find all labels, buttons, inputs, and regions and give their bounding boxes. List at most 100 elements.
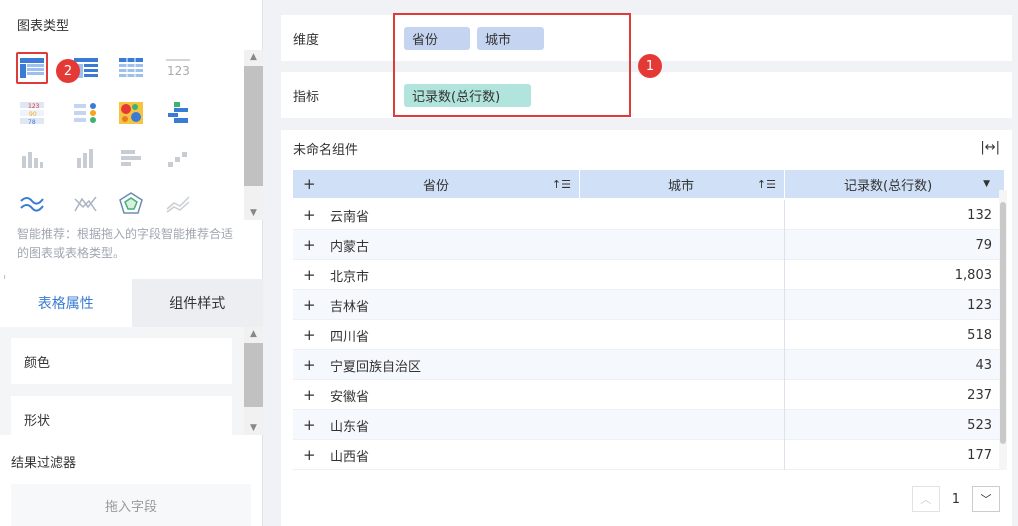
detail-table-icon[interactable] [115, 52, 147, 84]
cell-city [580, 200, 785, 230]
table-row: + 内蒙古 79 [293, 230, 1004, 260]
heatmap-icon[interactable] [115, 97, 147, 129]
expand-row-icon[interactable]: + [303, 297, 316, 313]
cell-count: 132 [967, 207, 992, 223]
measure-label: 指标 [293, 89, 320, 105]
sort-icon[interactable]: ↑☰ [552, 178, 571, 191]
expand-row-icon[interactable]: + [303, 237, 316, 253]
cell-province: + 安徽省 [303, 385, 370, 405]
svg-text:123: 123 [28, 103, 40, 110]
pagination: ︿ 1 ﹀ [911, 486, 1000, 512]
result-filter-title: 结果过滤器 [11, 456, 77, 471]
column-chart-icon[interactable] [16, 142, 48, 174]
table-row: + 山西省 177 [293, 440, 1004, 470]
cell-count: 177 [967, 447, 992, 463]
expand-row-icon[interactable]: + [303, 327, 316, 343]
scroll-thumb[interactable] [244, 343, 263, 407]
filter-drop-zone[interactable]: 拖入字段 [11, 484, 251, 526]
grouped-column-icon[interactable] [70, 142, 102, 174]
property-tabs: 表格属性 组件样式 [0, 279, 263, 327]
color-property[interactable]: 颜色 [11, 338, 232, 384]
table-scrollbar[interactable] [999, 190, 1007, 470]
highlight-box [393, 13, 631, 117]
waterfall-table-icon[interactable] [162, 97, 194, 129]
cell-count: 123 [967, 297, 992, 313]
multi-line-icon[interactable] [162, 187, 194, 219]
table-row: + 云南省 132 [293, 200, 1004, 230]
scroll-down-icon[interactable]: ▼ [244, 421, 263, 435]
cross-table-icon[interactable] [16, 52, 48, 84]
cell-province: + 云南省 [303, 205, 370, 225]
cell-count: 79 [975, 237, 992, 253]
color-table-icon[interactable]: 123 90 78 [16, 97, 48, 129]
cell-city [580, 380, 785, 410]
callout-badge-2: 2 [56, 59, 80, 83]
dropdown-arrow-icon[interactable]: ▼ [983, 179, 990, 189]
property-list: 颜色 形状 ▲ ▼ [0, 327, 263, 442]
bar-chart-icon[interactable] [115, 142, 147, 174]
expand-width-icon[interactable]: |↔| [980, 140, 1000, 155]
scroll-thumb[interactable] [244, 66, 263, 186]
chart-type-scrollbar[interactable]: ▲ ▼ [244, 50, 263, 220]
step-chart-icon[interactable] [162, 142, 194, 174]
radar-chart-icon[interactable] [115, 187, 147, 219]
tab-component-style[interactable]: 组件样式 [131, 279, 263, 327]
cell-city [580, 410, 785, 440]
table-row: + 宁夏回族自治区 43 [293, 350, 1004, 380]
cell-city [580, 230, 785, 260]
property-scrollbar[interactable]: ▲ ▼ [244, 327, 263, 435]
cell-province: + 四川省 [303, 325, 370, 345]
component-title: 未命名组件 [293, 143, 359, 158]
expand-all-icon[interactable]: + [303, 176, 316, 192]
tab-table-properties[interactable]: 表格属性 [0, 279, 132, 327]
table-row: + 四川省 518 [293, 320, 1004, 350]
cell-province: + 北京市 [303, 265, 370, 285]
page-number: 1 [951, 491, 960, 507]
cell-city [580, 320, 785, 350]
cell-city [580, 350, 785, 380]
cell-province: + 山东省 [303, 415, 370, 435]
cell-count: 518 [967, 327, 992, 343]
table-row: + 安徽省 237 [293, 380, 1004, 410]
cell-count: 1,803 [954, 267, 992, 283]
expand-row-icon[interactable]: + [303, 267, 316, 283]
expand-row-icon[interactable]: + [303, 447, 316, 463]
scroll-down-icon[interactable]: ▼ [244, 206, 263, 220]
main-area: 维度 省份 城市 指标 记录数(总行数) 未命名组件 |↔| + 省份 ↑☰ 城… [281, 0, 1018, 526]
cell-city [580, 440, 785, 470]
header-city[interactable]: 城市 ↑☰ [580, 170, 785, 198]
sort-icon[interactable]: ↑☰ [757, 178, 776, 191]
expand-row-icon[interactable]: + [303, 417, 316, 433]
smart-hint-text: 智能推荐：根据拖入的字段智能推荐合适的图表或表格类型。 [17, 227, 234, 260]
cell-province: + 内蒙古 [303, 235, 370, 255]
measure-row: 指标 记录数(总行数) [281, 72, 1012, 118]
kpi-number-icon[interactable]: 123 [162, 52, 194, 84]
header-province[interactable]: + 省份 ↑☰ [293, 170, 580, 198]
expand-row-icon[interactable]: + [303, 387, 316, 403]
cell-province: + 宁夏回族自治区 [303, 355, 422, 375]
table-row: + 北京市 1,803 [293, 260, 1004, 290]
next-page-button[interactable]: ﹀ [972, 486, 1000, 512]
chart-type-title: 图表类型 [17, 19, 70, 34]
callout-badge-1: 1 [638, 54, 662, 78]
table-header: + 省份 ↑☰ 城市 ↑☰ 记录数(总行数) ▼ [293, 170, 1004, 198]
area-line-icon[interactable] [70, 187, 102, 219]
expand-row-icon[interactable]: + [303, 357, 316, 373]
dot-table-icon[interactable] [70, 97, 102, 129]
prev-page-button[interactable]: ︿ [911, 486, 940, 512]
cell-city [580, 260, 785, 290]
line-chart-icon[interactable] [16, 187, 48, 219]
scroll-up-icon[interactable]: ▲ [244, 50, 263, 64]
cell-count: 43 [975, 357, 992, 373]
cell-province: + 吉林省 [303, 295, 370, 315]
scroll-up-icon[interactable]: ▲ [244, 327, 263, 341]
table-row: + 山东省 523 [293, 410, 1004, 440]
cell-count: 237 [967, 387, 992, 403]
header-count[interactable]: 记录数(总行数) ▼ [785, 170, 1004, 198]
scroll-thumb[interactable] [1000, 202, 1006, 444]
svg-text:78: 78 [28, 119, 36, 124]
shape-property[interactable]: 形状 [11, 396, 232, 442]
table-component: 未命名组件 |↔| + 省份 ↑☰ 城市 ↑☰ 记录数(总行数) ▼ + 云南省 1… [281, 130, 1012, 526]
expand-row-icon[interactable]: + [303, 207, 316, 223]
dimension-label: 维度 [293, 32, 320, 48]
